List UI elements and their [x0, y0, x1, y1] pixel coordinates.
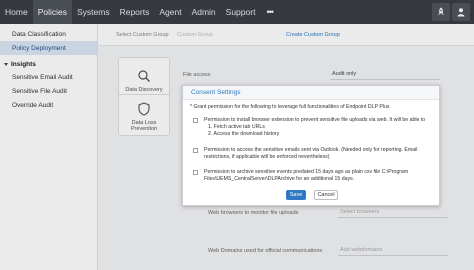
- option-text: Permission to install browser extension …: [204, 117, 426, 123]
- browser-extension-checkbox[interactable]: [193, 118, 198, 123]
- outlook-emails-checkbox[interactable]: [193, 148, 198, 153]
- dialog-intro: * Grant permission for the following to …: [190, 104, 390, 110]
- consent-settings-dialog: Consent Settings * Grant permission for …: [182, 85, 440, 206]
- option-subitem: 2. Access the download history: [208, 131, 280, 137]
- archive-events-checkbox[interactable]: [193, 170, 198, 175]
- cancel-button[interactable]: Cancel: [314, 190, 338, 200]
- save-button[interactable]: Save: [286, 190, 306, 200]
- option-subitem: 1. Fetch active tab URLs: [208, 124, 265, 130]
- option-text: Permission to archive sensitive events p…: [204, 169, 409, 182]
- dialog-title: Consent Settings: [183, 86, 439, 100]
- option-text: Permission to access the sensitive email…: [204, 147, 418, 160]
